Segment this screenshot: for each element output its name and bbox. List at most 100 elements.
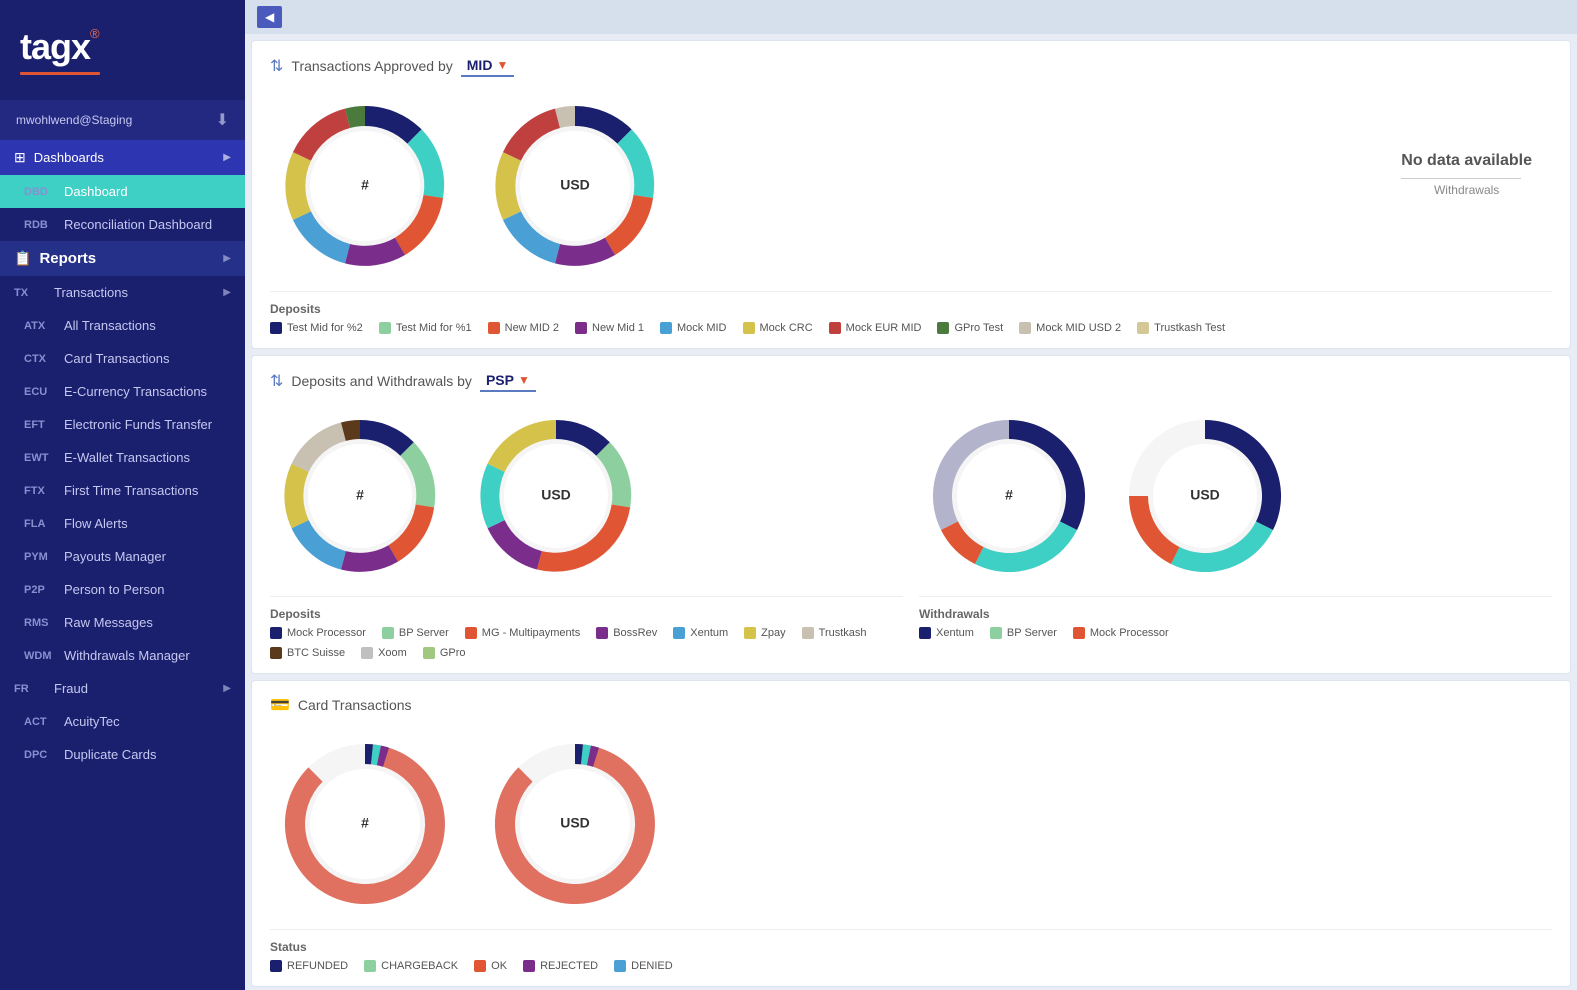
section2-donut2-label: USD xyxy=(541,487,571,503)
legend-color-dot xyxy=(474,960,486,972)
sidebar-item-label: Reports xyxy=(39,250,215,267)
deposits-legend-title: Deposits xyxy=(270,302,1552,316)
nav-code: CTX xyxy=(24,353,56,365)
nav-code: DBD xyxy=(24,186,56,198)
sidebar-item-act[interactable]: ACT AcuityTec xyxy=(0,705,245,738)
section3-header: 💳 Card Transactions xyxy=(270,695,1552,715)
sidebar-item-wdm[interactable]: WDM Withdrawals Manager xyxy=(0,639,245,672)
legend-label: BTC Suisse xyxy=(287,647,345,659)
legend-color-dot xyxy=(990,627,1002,639)
sidebar-item-rdb[interactable]: RDB Reconciliation Dashboard xyxy=(0,208,245,241)
legend-label: Xentum xyxy=(690,627,728,639)
sidebar-item-ewt[interactable]: EWT E-Wallet Transactions xyxy=(0,441,245,474)
chevron-right-icon: ▶ xyxy=(223,152,231,163)
legend-color-dot xyxy=(1019,322,1031,334)
legend-color-dot xyxy=(465,627,477,639)
section2-deposits-title: Deposits xyxy=(270,607,903,621)
section-transactions-approved: ⇅ Transactions Approved by MID ▼ xyxy=(251,40,1571,349)
sidebar-item-label: Transactions xyxy=(54,285,215,300)
grid-icon: ⊞ xyxy=(14,149,26,166)
sidebar-item-fla[interactable]: FLA Flow Alerts xyxy=(0,507,245,540)
sidebar-item-fr[interactable]: FR Fraud ▶ xyxy=(0,672,245,705)
section3-donut2-label: USD xyxy=(560,815,590,831)
user-icon[interactable]: ⬇ xyxy=(216,110,229,130)
legend-color-dot xyxy=(596,627,608,639)
legend-color-dot xyxy=(379,322,391,334)
legend-item: DENIED xyxy=(614,960,673,972)
legend-color-dot xyxy=(423,647,435,659)
section2-wd-legend-items: XentumBP ServerMock Processor xyxy=(919,627,1552,639)
chevron-right-icon: ▶ xyxy=(223,683,231,694)
sidebar-item-label: First Time Transactions xyxy=(64,483,231,498)
sidebar-item-dpc[interactable]: DPC Duplicate Cards xyxy=(0,738,245,771)
sidebar-item-rms[interactable]: RMS Raw Messages xyxy=(0,606,245,639)
psp-dropdown[interactable]: PSP ▼ xyxy=(480,370,536,392)
section3-donut1-label: # xyxy=(361,815,369,831)
sidebar-item-ftx[interactable]: FTX First Time Transactions xyxy=(0,474,245,507)
section1-donut-usd: USD xyxy=(480,91,670,281)
collapse-button[interactable]: ◀ xyxy=(257,6,282,28)
legend-color-dot xyxy=(937,322,949,334)
sidebar-item-tx[interactable]: TX Transactions ▶ xyxy=(0,276,245,309)
logo-reg: ® xyxy=(90,26,100,41)
sidebar-item-label: Payouts Manager xyxy=(64,549,231,564)
legend-label: MG - Multipayments xyxy=(482,627,580,639)
legend-color-dot xyxy=(919,627,931,639)
section2-wd-donut-count: # xyxy=(919,406,1099,586)
legend-item: Trustkash xyxy=(802,627,867,639)
legend-label: BossRev xyxy=(613,627,657,639)
section2-header: ⇅ Deposits and Withdrawals by PSP ▼ xyxy=(270,370,1552,392)
nav-code: RMS xyxy=(24,617,56,629)
sidebar-item-label: Withdrawals Manager xyxy=(64,648,231,663)
sidebar-item-dashboards[interactable]: ⊞ Dashboards ▶ xyxy=(0,140,245,175)
legend-label: Xoom xyxy=(378,647,407,659)
legend-label: Mock EUR MID xyxy=(846,322,922,334)
sidebar-item-ctx[interactable]: CTX Card Transactions xyxy=(0,342,245,375)
legend-item: Test Mid for %2 xyxy=(270,322,363,334)
nav-code: P2P xyxy=(24,584,56,596)
user-bar: mwohlwend@Staging ⬇ xyxy=(0,100,245,140)
section2-title: Deposits and Withdrawals by xyxy=(291,373,472,389)
sidebar-item-label: Fraud xyxy=(54,681,215,696)
sidebar-item-eft[interactable]: EFT Electronic Funds Transfer xyxy=(0,408,245,441)
dropdown-arrow-icon: ▼ xyxy=(496,58,508,72)
legend-label: DENIED xyxy=(631,960,673,972)
legend-color-dot xyxy=(575,322,587,334)
legend-color-dot xyxy=(270,322,282,334)
top-bar: ◀ xyxy=(245,0,1577,34)
legend-item: REFUNDED xyxy=(270,960,348,972)
legend-label: Test Mid for %1 xyxy=(396,322,472,334)
sidebar-item-label: Dashboard xyxy=(64,184,231,199)
legend-color-dot xyxy=(270,647,282,659)
legend-item: GPro Test xyxy=(937,322,1003,334)
sidebar-item-label: All Transactions xyxy=(64,318,231,333)
sidebar-item-reports[interactable]: 📋 Reports ▶ xyxy=(0,241,245,276)
sidebar-item-label: Card Transactions xyxy=(64,351,231,366)
sidebar: tagx ® mwohlwend@Staging ⬇ ⊞ Dashboards … xyxy=(0,0,245,990)
mid-dropdown[interactable]: MID ▼ xyxy=(461,55,515,77)
section2-donut-svg-1: # xyxy=(270,406,450,586)
legend-color-dot xyxy=(802,627,814,639)
sidebar-item-label: Person to Person xyxy=(64,582,231,597)
sidebar-item-atx[interactable]: ATX All Transactions xyxy=(0,309,245,342)
legend-label: REFUNDED xyxy=(287,960,348,972)
sidebar-item-dbd[interactable]: DBD Dashboard xyxy=(0,175,245,208)
legend-color-dot xyxy=(673,627,685,639)
sidebar-item-ecu[interactable]: ECU E-Currency Transactions xyxy=(0,375,245,408)
section2-donut-count: # xyxy=(270,406,450,586)
legend-color-dot xyxy=(743,322,755,334)
sidebar-item-pym[interactable]: PYM Payouts Manager xyxy=(0,540,245,573)
donut-svg-1: # xyxy=(270,91,460,281)
legend-color-dot xyxy=(270,627,282,639)
legend-item: Zpay xyxy=(744,627,785,639)
legend-label: Xentum xyxy=(936,627,974,639)
sidebar-item-label: AcuityTec xyxy=(64,714,231,729)
legend-item: Mock Processor xyxy=(1073,627,1169,639)
no-data-subtitle: Withdrawals xyxy=(1401,183,1532,197)
section2-legend-items: Mock ProcessorBP ServerMG - Multipayment… xyxy=(270,627,903,659)
legend-label: GPro xyxy=(440,647,466,659)
sidebar-item-p2p[interactable]: P2P Person to Person xyxy=(0,573,245,606)
section1-donut-count: # xyxy=(270,91,460,281)
nav-code: FTX xyxy=(24,485,56,497)
legend-label: Trustkash xyxy=(819,627,867,639)
